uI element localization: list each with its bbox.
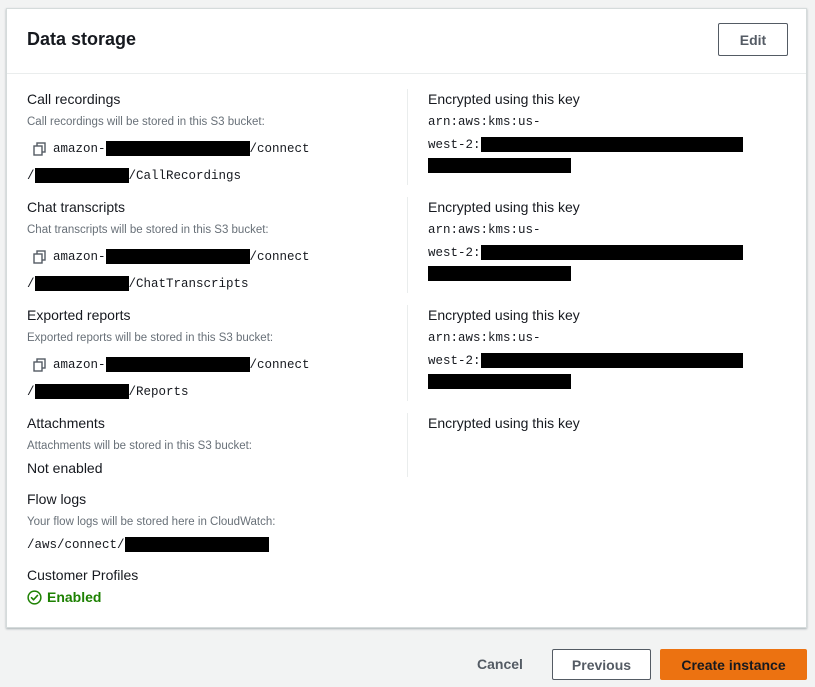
bucket-suffix: /connect	[249, 357, 310, 372]
chat-transcripts-path: / /ChatTranscripts	[27, 276, 249, 291]
redacted-block	[480, 245, 743, 260]
bucket-prefix: amazon-	[53, 249, 106, 264]
call-recordings-label: Call recordings	[27, 91, 121, 107]
redacted-block	[105, 249, 250, 264]
redacted-block	[34, 276, 129, 291]
exported-reports-path: / /Reports	[27, 384, 189, 399]
cancel-button[interactable]: Cancel	[466, 649, 534, 679]
customer-profiles-status: Enabled	[27, 589, 101, 605]
copy-icon[interactable]	[33, 142, 47, 156]
copy-icon[interactable]	[33, 250, 47, 264]
flow-logs-value: /aws/connect/	[27, 537, 269, 552]
bucket-prefix: amazon-	[53, 357, 106, 372]
attachments-key-label: Encrypted using this key	[428, 415, 580, 431]
panel-title: Data storage	[27, 29, 137, 49]
call-recordings-description: Call recordings will be stored in this S…	[27, 116, 265, 128]
create-instance-button[interactable]: Create instance	[660, 649, 807, 680]
chat-transcripts-key-line1: arn:aws:kms:us-	[428, 223, 541, 237]
redacted-block	[105, 357, 250, 372]
key-region: west-2:	[428, 353, 481, 368]
chat-transcripts-key-label: Encrypted using this key	[428, 199, 580, 215]
attachments-value: Not enabled	[27, 460, 103, 476]
column-divider	[407, 89, 408, 185]
redacted-block	[480, 137, 743, 152]
exported-reports-bucket: amazon- /connect	[53, 357, 310, 372]
exported-reports-label: Exported reports	[27, 307, 131, 323]
column-divider	[407, 197, 408, 293]
edit-button[interactable]: Edit	[718, 23, 788, 56]
key-region: west-2:	[428, 137, 481, 152]
path-suffix: /Reports	[128, 384, 189, 399]
exported-reports-description: Exported reports will be stored in this …	[27, 332, 274, 344]
column-divider	[407, 413, 408, 477]
chat-transcripts-description: Chat transcripts will be stored in this …	[27, 224, 269, 236]
previous-button[interactable]: Previous	[552, 649, 651, 680]
redacted-block	[428, 266, 571, 281]
path-prefix: /	[27, 168, 35, 183]
call-recordings-key-label: Encrypted using this key	[428, 91, 580, 107]
redacted-block	[105, 141, 250, 156]
path-prefix: /	[27, 384, 35, 399]
bucket-suffix: /connect	[249, 141, 310, 156]
bucket-suffix: /connect	[249, 249, 310, 264]
redacted-block	[480, 353, 743, 368]
exported-reports-key-line2: west-2:	[428, 353, 743, 368]
redacted-block	[34, 168, 129, 183]
check-circle-icon	[27, 589, 42, 605]
redacted-block	[428, 374, 571, 389]
path-suffix: /CallRecordings	[128, 168, 242, 183]
redacted-block	[428, 158, 571, 173]
status-text: Enabled	[47, 589, 102, 605]
data-storage-panel: Data storage Edit Call recordings Call r…	[6, 8, 807, 628]
chat-transcripts-bucket: amazon- /connect	[53, 249, 310, 264]
exported-reports-key-label: Encrypted using this key	[428, 307, 580, 323]
call-recordings-key-line2: west-2:	[428, 137, 743, 152]
path-prefix: /	[27, 276, 35, 291]
key-region: west-2:	[428, 245, 481, 260]
log-group-prefix: /aws/connect/	[27, 537, 125, 552]
attachments-description: Attachments will be stored in this S3 bu…	[27, 440, 252, 452]
redacted-block	[34, 384, 129, 399]
bucket-prefix: amazon-	[53, 141, 106, 156]
redacted-block	[124, 537, 269, 552]
customer-profiles-label: Customer Profiles	[27, 567, 139, 583]
panel-header: Data storage Edit	[7, 9, 806, 74]
attachments-label: Attachments	[27, 415, 105, 431]
call-recordings-path: / /CallRecordings	[27, 168, 241, 183]
copy-icon[interactable]	[33, 358, 47, 372]
column-divider	[407, 305, 408, 401]
exported-reports-key-line1: arn:aws:kms:us-	[428, 331, 541, 345]
path-suffix: /ChatTranscripts	[128, 276, 249, 291]
call-recordings-key-line1: arn:aws:kms:us-	[428, 115, 541, 129]
flow-logs-description: Your flow logs will be stored here in Cl…	[27, 516, 276, 528]
call-recordings-bucket: amazon- /connect	[53, 141, 310, 156]
flow-logs-label: Flow logs	[27, 491, 87, 507]
chat-transcripts-key-line2: west-2:	[428, 245, 743, 260]
chat-transcripts-label: Chat transcripts	[27, 199, 126, 215]
